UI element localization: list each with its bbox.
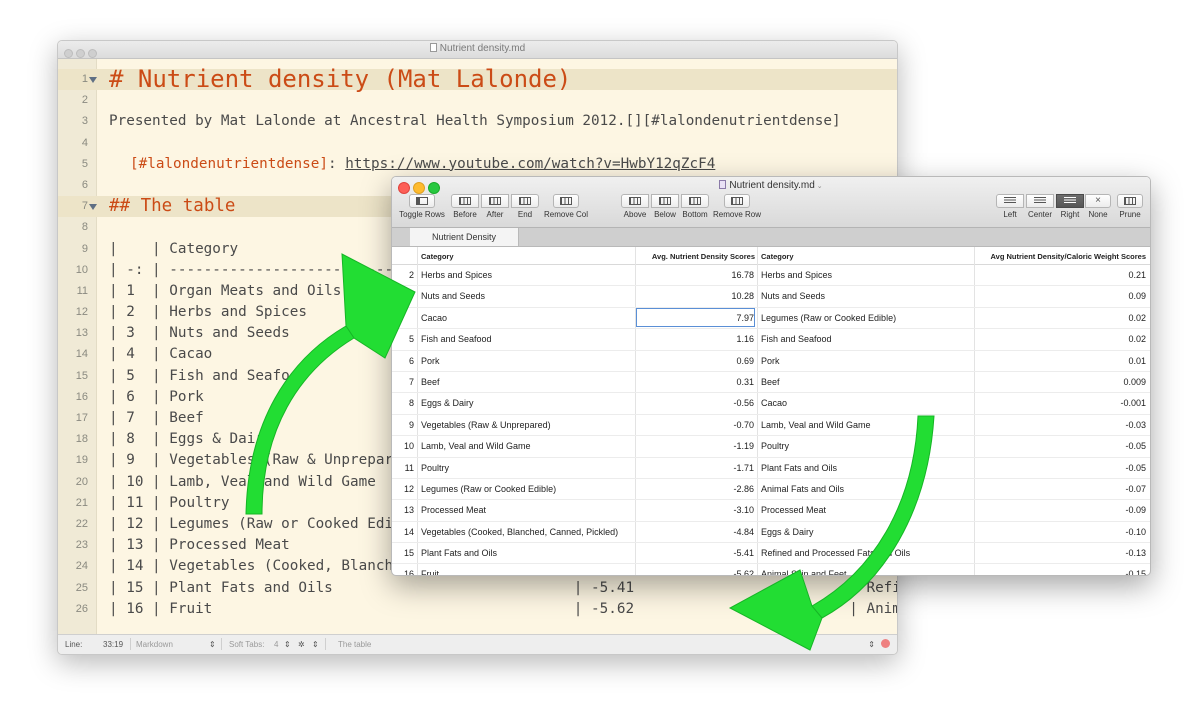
arrow-down-icon: [728, 415, 935, 651]
annotation-arrows: [245, 253, 935, 651]
arrow-up-icon: [245, 253, 416, 515]
